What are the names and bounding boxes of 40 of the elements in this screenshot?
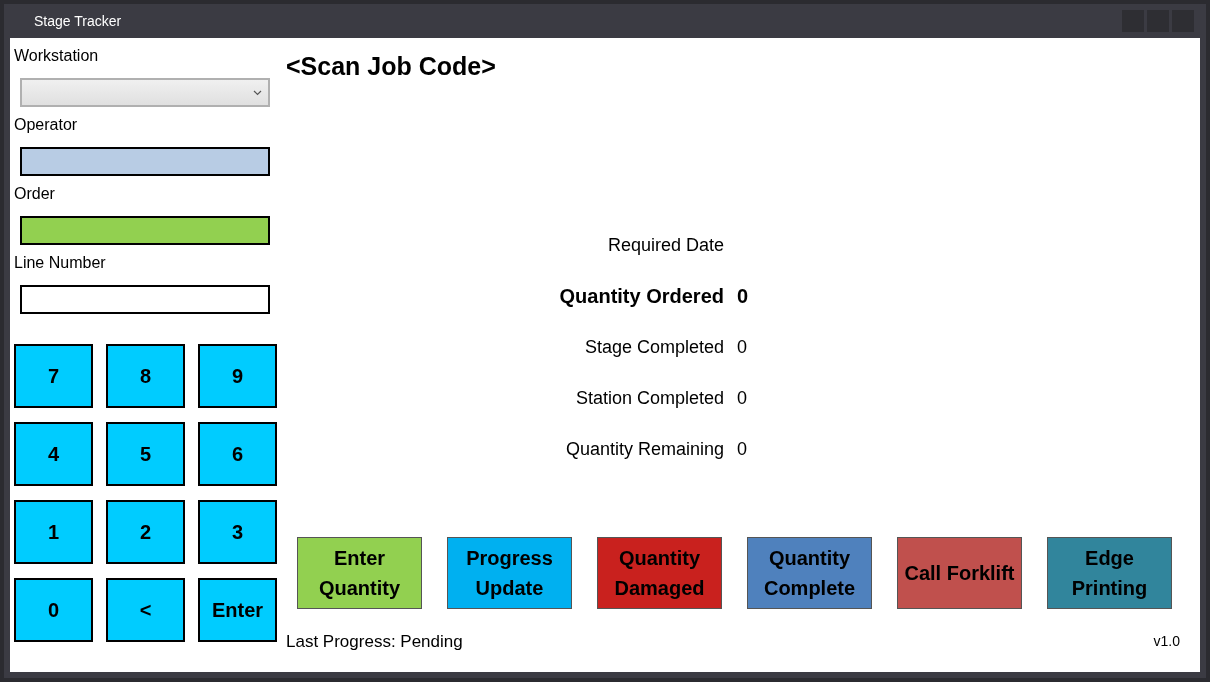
heading: <Scan Job Code> xyxy=(286,51,497,82)
dropdown-field[interactable] xyxy=(20,78,270,107)
keypad-key[interactable]: 2 xyxy=(106,500,185,564)
window-title: Stage Tracker xyxy=(34,11,122,31)
keypad-key[interactable]: 7 xyxy=(14,344,93,408)
action-button[interactable]: Quantity Damaged xyxy=(597,537,722,609)
keypad-key[interactable]: 0 xyxy=(14,578,93,642)
detail-label: Quantity Ordered xyxy=(558,284,724,309)
version-text: v1.0 xyxy=(1153,632,1180,652)
action-button[interactable]: Quantity Complete xyxy=(747,537,872,609)
keypad-key[interactable]: 3 xyxy=(198,500,277,564)
detail-label: Required Date xyxy=(606,233,724,257)
detail-value: 0 xyxy=(737,284,749,309)
field-label: Line Number xyxy=(14,253,107,273)
chevron-down-icon xyxy=(253,89,262,96)
keypad-key[interactable]: < xyxy=(106,578,185,642)
detail-label: Stage Completed xyxy=(583,335,724,359)
field-label: Order xyxy=(14,184,56,204)
keypad-key[interactable]: 1 xyxy=(14,500,93,564)
action-button[interactable]: Enter Quantity xyxy=(297,537,422,609)
action-button[interactable]: Progress Update xyxy=(447,537,572,609)
input-field[interactable] xyxy=(20,285,270,314)
detail-value: 0 xyxy=(737,437,747,461)
input-field[interactable] xyxy=(20,216,270,245)
field-label: Operator xyxy=(14,115,79,135)
detail-value: 0 xyxy=(737,386,747,410)
keypad-key[interactable]: 6 xyxy=(198,422,277,486)
detail-label: Station Completed xyxy=(574,386,724,410)
detail-value: 0 xyxy=(737,335,747,359)
keypad-key[interactable]: 5 xyxy=(106,422,185,486)
action-button[interactable]: Edge Printing xyxy=(1047,537,1172,609)
input-field[interactable] xyxy=(20,147,270,176)
field-label: Workstation xyxy=(14,46,100,66)
keypad-key[interactable]: 8 xyxy=(106,344,185,408)
status-text: Last Progress: Pending xyxy=(286,631,463,653)
keypad-key[interactable]: 9 xyxy=(198,344,277,408)
keypad-key[interactable]: Enter xyxy=(198,578,277,642)
detail-label: Quantity Remaining xyxy=(564,437,724,461)
keypad-key[interactable]: 4 xyxy=(14,422,93,486)
action-button[interactable]: Call Forklift xyxy=(897,537,1022,609)
